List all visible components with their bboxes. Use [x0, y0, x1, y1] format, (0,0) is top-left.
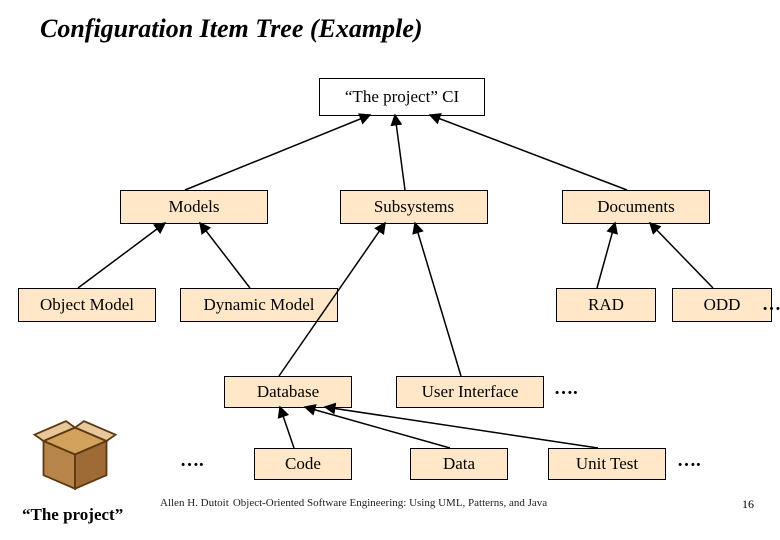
- page-number: 16: [742, 497, 754, 512]
- node-code: Code: [254, 448, 352, 480]
- node-database: Database: [224, 376, 352, 408]
- node-object-model-label: Object Model: [40, 295, 134, 315]
- node-rad-label: RAD: [588, 295, 624, 315]
- project-label: “The project”: [22, 505, 123, 525]
- page-title: Configuration Item Tree (Example): [40, 14, 423, 44]
- node-odd-label: ODD: [704, 295, 741, 315]
- node-user-interface: User Interface: [396, 376, 544, 408]
- ellipsis-right-level4: ….: [677, 450, 701, 472]
- node-models: Models: [120, 190, 268, 224]
- node-database-label: Database: [257, 382, 319, 402]
- node-unit-test: Unit Test: [548, 448, 666, 480]
- node-code-label: Code: [285, 454, 321, 474]
- node-subsystems-label: Subsystems: [374, 197, 454, 217]
- node-root-label: “The project” CI: [345, 87, 459, 107]
- node-odd: ODD: [672, 288, 772, 322]
- node-models-label: Models: [169, 197, 220, 217]
- ellipsis-left-level4: ….: [180, 450, 204, 472]
- node-dynamic-model: Dynamic Model: [180, 288, 338, 322]
- node-documents: Documents: [562, 190, 710, 224]
- footer-book: Object-Oriented Software Engineering: Us…: [233, 497, 547, 509]
- ellipsis-right-level2: ….: [762, 294, 780, 316]
- node-dynamic-model-label: Dynamic Model: [204, 295, 315, 315]
- node-rad: RAD: [556, 288, 656, 322]
- node-user-interface-label: User Interface: [422, 382, 519, 402]
- node-documents-label: Documents: [597, 197, 674, 217]
- node-object-model: Object Model: [18, 288, 156, 322]
- node-data: Data: [410, 448, 508, 480]
- footer-author: Allen H. Dutoit: [160, 497, 229, 509]
- node-subsystems: Subsystems: [340, 190, 488, 224]
- node-root: “The project” CI: [319, 78, 485, 116]
- ellipsis-level3: ….: [554, 378, 578, 400]
- cardboard-box-icon: [30, 405, 120, 495]
- node-data-label: Data: [443, 454, 475, 474]
- node-unit-test-label: Unit Test: [576, 454, 638, 474]
